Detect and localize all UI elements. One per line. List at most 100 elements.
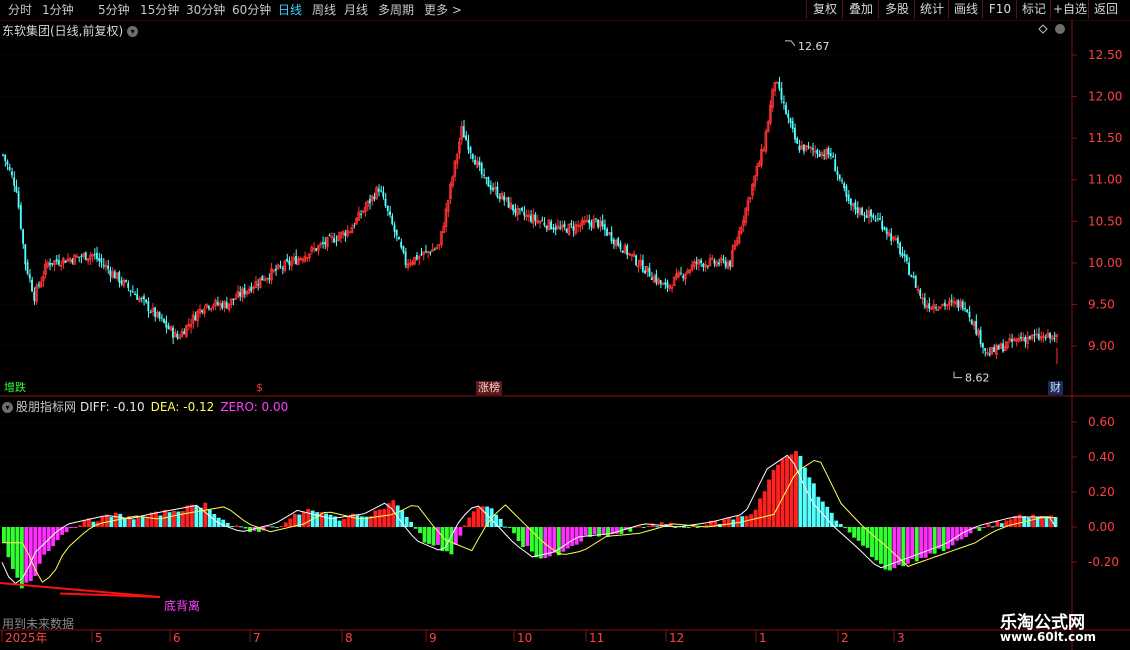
macd-bar [789,454,794,527]
candle-body [167,325,170,329]
candle-body [811,147,814,150]
period-tab-5min[interactable]: 5分钟 [98,2,130,18]
candle-body [923,297,926,307]
macd-bar [239,526,244,528]
macd-bar [471,511,476,527]
period-tab-monthly[interactable]: 月线 [344,2,368,18]
candle-body [910,275,913,278]
candle-body [207,305,210,309]
macd-bar [695,527,700,528]
candle-body [644,270,646,274]
candle-body [722,258,725,261]
period-toolbar: 分时 1分钟 5分钟 15分钟 30分钟 60分钟 日线 周线 月线 多周期 更… [0,0,1130,21]
candle-body [429,252,432,254]
macd-bar [503,526,508,528]
candle-body [261,275,264,281]
macd-bar [78,525,82,527]
candle-body [879,218,881,220]
button-statistics[interactable]: 统计 [914,0,949,19]
candle-body [919,290,922,296]
candle-body [903,253,906,257]
macd-bar [37,527,42,564]
button-draw-line[interactable]: 画线 [948,0,983,19]
candle-body [147,301,150,312]
price-axis: 12.50 12.00 11.50 11.00 10.50 10.00 9.50 9.00 0.… [1038,24,1122,569]
macd-bar [914,527,919,562]
candle-body [724,260,727,267]
macd-bar [467,517,472,527]
candle-body [512,204,514,211]
candle-body [491,187,494,191]
candle-body [872,215,875,218]
macd-bar [315,512,320,527]
chart-grid [0,20,1130,650]
button-add-watchlist[interactable]: +自选 [1050,0,1089,19]
period-tab-multi[interactable]: 多周期 [378,2,414,18]
macd-bar [100,516,105,527]
button-back[interactable]: 返回 [1088,0,1123,19]
time-axis: 2025年 5 6 7 8 9 10 11 12 1 2 3 [1,630,905,645]
candle-body [400,241,403,248]
button-adjust[interactable]: 复权 [806,0,843,19]
period-tab-30min[interactable]: 30分钟 [186,2,225,18]
candle-body [838,174,841,179]
price-tick-label: 11.50 [1088,131,1122,145]
button-overlay[interactable]: 叠加 [842,0,879,19]
period-tab-15min[interactable]: 15分钟 [140,2,179,18]
period-tab-1min[interactable]: 1分钟 [42,2,74,18]
badge-left[interactable]: 增跌 [2,381,28,395]
candle-body [483,174,485,176]
badge-right[interactable]: 财 [1048,381,1063,395]
button-multi-stock[interactable]: 多股 [878,0,915,19]
macd-bar [852,527,857,538]
candle-body [165,320,168,328]
macd-bar [776,464,780,527]
candle-body [845,186,848,197]
macd-tick-label: -0.20 [1088,555,1119,569]
candle-body [626,245,629,255]
period-tab-60min[interactable]: 60分钟 [232,2,271,18]
candle-body [134,293,136,295]
candle-body [55,258,58,262]
macd-bar [655,526,660,528]
kline-chart[interactable]: 12.678.62 底背离 12.5012.0011.5011.0010.501… [0,20,1130,650]
badge-mid1[interactable]: $ [254,381,265,395]
candle-body [462,126,465,138]
candle-body [659,280,662,284]
candle-body [384,198,387,207]
candle-body [816,149,819,155]
candle-body [514,209,517,214]
macd-bar [1026,517,1031,527]
candle-body [37,284,40,286]
macd-bar [843,527,848,529]
macd-bar [337,520,342,527]
candle-body [901,252,904,256]
macd-bar [565,527,570,549]
period-tab-weekly[interactable]: 周线 [312,2,336,18]
candle-body [33,291,36,301]
macd-bar [941,527,946,552]
price-tick-label: 9.00 [1088,339,1115,353]
candle-body [22,229,24,244]
macd-bar [243,527,248,529]
badge-mid2[interactable]: 涨榜 [476,381,502,395]
macd-bar [771,469,776,527]
button-mark[interactable]: 标记 [1016,0,1051,19]
period-tab-daily[interactable]: 日线 [278,2,302,18]
period-tab-timeshare[interactable]: 分时 [8,2,32,18]
candle-body [393,224,396,232]
candle-body [1044,337,1047,339]
button-f10[interactable]: F10 [982,0,1017,19]
candle-body [695,262,698,264]
macd-bar [758,498,763,527]
macd-bar [592,527,597,535]
collapse-icon[interactable]: ▾ [2,402,13,413]
candle-body [541,220,544,222]
time-tick-label: 2025年 [5,631,48,645]
candle-body [95,252,98,260]
macd-bar [377,509,382,527]
candle-body [100,258,103,263]
candle-body [943,302,946,307]
candle-body [849,198,852,205]
period-tab-more[interactable]: 更多 > [424,2,462,18]
